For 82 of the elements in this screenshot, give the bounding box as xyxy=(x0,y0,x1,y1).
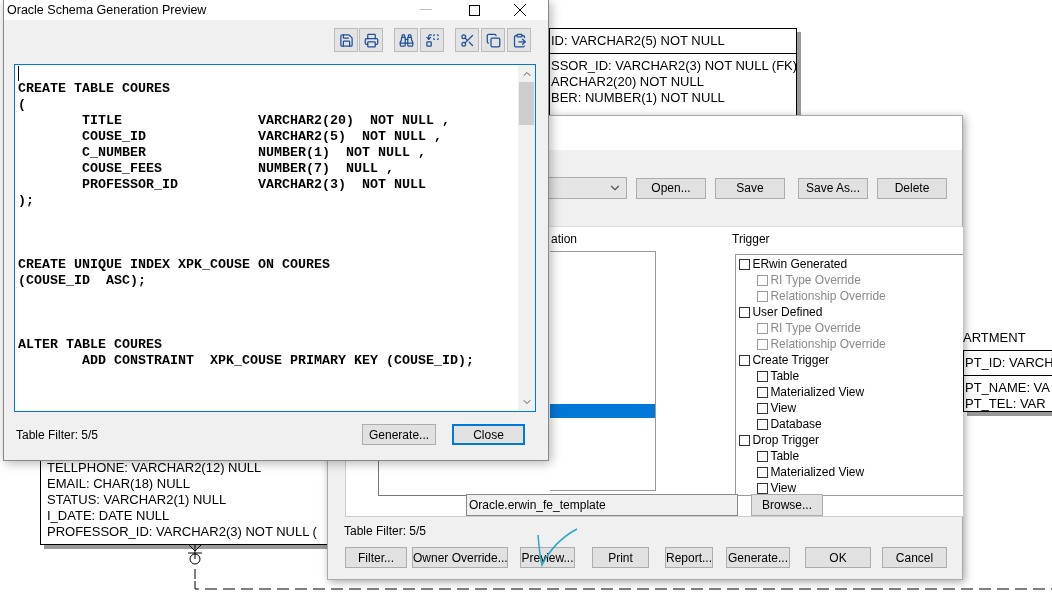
code-area[interactable] xyxy=(14,64,536,412)
window-title: Oracle Schema Generation Preview xyxy=(7,3,207,17)
attribute: TELLPHONE: VARCHAR2(12) NULL xyxy=(47,460,263,476)
toolbar-button[interactable] xyxy=(394,28,418,52)
checkbox-label: Drop Trigger xyxy=(752,433,820,447)
template-field[interactable]: Oracle.erwin_fe_template xyxy=(466,494,738,516)
location-list[interactable] xyxy=(550,251,656,491)
toolbar-button[interactable]: Delete xyxy=(877,177,947,199)
attribute: STATUS: VARCHAR2(1) NULL xyxy=(47,492,228,508)
dialog-button[interactable]: Owner Override... xyxy=(412,547,508,568)
save-icon xyxy=(338,32,354,48)
checkbox-label: Relationship Override xyxy=(770,289,886,303)
toolbar-button[interactable]: Open... xyxy=(636,177,706,199)
scrollbar[interactable] xyxy=(518,65,535,411)
scissors-icon xyxy=(459,32,475,48)
checkbox-label: Materialized View xyxy=(770,385,865,399)
key-attribute: ID: VARCHAR2(5) NOT NULL xyxy=(551,33,726,49)
dialog-button[interactable]: OK xyxy=(805,547,871,568)
dialog-button[interactable]: Close xyxy=(452,424,526,445)
maximize-icon xyxy=(468,4,480,16)
toolbar-button[interactable] xyxy=(455,28,479,52)
printer-icon xyxy=(363,32,379,48)
toolbar-button[interactable] xyxy=(507,28,531,52)
dialog-button[interactable]: Report... xyxy=(665,547,713,568)
checkbox-label: Materialized View xyxy=(770,465,865,479)
table-filter-text: Table Filter: 5/5 xyxy=(16,427,99,442)
checkbox-label: Database xyxy=(770,417,822,431)
checkbox[interactable] xyxy=(757,466,769,478)
replace-icon xyxy=(424,32,440,48)
checkbox-label: ERwin Generated xyxy=(752,257,848,271)
checkbox-label: RI Type Override xyxy=(770,273,861,287)
minimize-icon xyxy=(420,9,433,11)
toolbar-button[interactable] xyxy=(420,28,444,52)
attribute: SSOR_ID: VARCHAR2(3) NOT NULL (FK) xyxy=(551,58,796,74)
close-icon xyxy=(514,4,527,16)
attribute: BER: NUMBER(1) NOT NULL xyxy=(551,90,726,106)
attribute: PT_TEL: VAR xyxy=(965,396,1047,412)
checkbox[interactable] xyxy=(739,354,751,366)
sql-code: CREATE TABLE COURES ( TITLE VARCHAR2(20) NOT NULL , COUSE_ID VARCHAR2(5) NOT NULL , C_NUMBER NUMBER(1) NOT NULL , COUSE_FEES NUMBER(7) NULL , PROFESSOR_ID VARCHAR2(3) NOT NULL ); CREATE UNIQUE INDEX XPK_COUSE ON COURES (COUSE_ID ASC); ALTER TABLE COURES ADD CONSTRAINT XPK_COUSE PRIMARY KEY (COUSE_ID); xyxy=(17,81,475,369)
checkbox[interactable] xyxy=(739,306,751,318)
toolbar-button[interactable] xyxy=(481,28,505,52)
checkbox-label: User Defined xyxy=(752,305,823,319)
copy-icon xyxy=(485,32,501,48)
checkbox-label: Table xyxy=(770,369,800,383)
attribute: ARCHAR2(20) NOT NULL xyxy=(551,74,705,90)
checkbox[interactable] xyxy=(757,370,769,382)
checkbox-label: Relationship Override xyxy=(770,337,886,351)
checkbox-label: View xyxy=(770,401,797,415)
section-label: ation xyxy=(551,232,578,246)
dialog-button[interactable]: Cancel xyxy=(882,547,947,568)
checkbox[interactable] xyxy=(757,386,769,398)
checkbox[interactable] xyxy=(757,402,769,414)
entity-title: ARTMENT xyxy=(963,330,1026,345)
dialog-button[interactable]: Print xyxy=(592,547,649,568)
toolbar-button[interactable]: Save As... xyxy=(798,177,868,199)
text-cursor xyxy=(18,66,19,81)
paste-icon xyxy=(511,32,527,48)
dialog-button[interactable]: Generate... xyxy=(726,547,790,568)
checkbox-label: RI Type Override xyxy=(770,321,861,335)
section-label: Trigger xyxy=(732,232,770,246)
binoculars-icon xyxy=(398,32,414,48)
toolbar-button[interactable] xyxy=(334,28,358,52)
checkbox[interactable] xyxy=(739,434,751,446)
toolbar-button[interactable]: Save xyxy=(715,177,785,199)
checkbox-label: Table xyxy=(770,449,800,463)
checkbox[interactable] xyxy=(757,418,769,430)
attribute: PROFESSOR_ID: VARCHAR2(3) NOT NULL ( xyxy=(47,524,318,540)
table-filter-text: Table Filter: 5/5 xyxy=(344,524,428,538)
checkbox[interactable] xyxy=(757,450,769,462)
browse-button[interactable]: Browse... xyxy=(751,494,823,516)
attribute: I_DATE: DATE NULL xyxy=(47,508,171,524)
checkbox-label: Create Trigger xyxy=(752,353,830,367)
checkbox[interactable] xyxy=(757,482,769,494)
toolbar-button[interactable] xyxy=(359,28,383,52)
checkbox[interactable] xyxy=(739,258,751,270)
dialog-button[interactable]: Filter... xyxy=(345,547,407,568)
attribute: PT_NAME: VA xyxy=(965,380,1051,396)
scrollbar-thumb[interactable] xyxy=(519,82,534,125)
dialog-button[interactable]: Generate... xyxy=(362,424,437,445)
attribute: EMAIL: CHAR(18) NULL xyxy=(47,476,192,492)
key-attribute: PT_ID: VARCH xyxy=(965,355,1052,371)
checkbox-label: View xyxy=(770,481,797,495)
